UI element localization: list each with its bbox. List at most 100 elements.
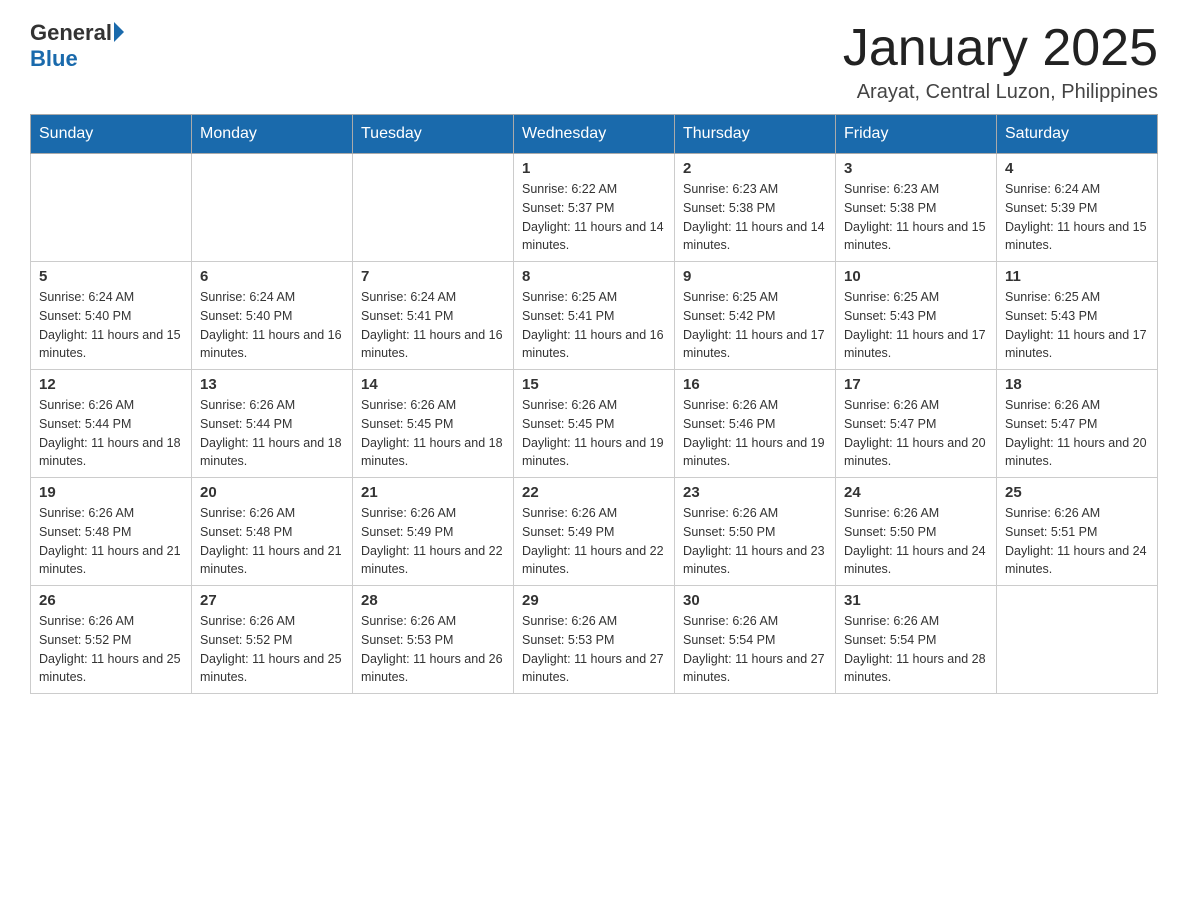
day-number: 25 [1005,484,1149,501]
day-number: 26 [39,592,183,609]
table-row: 28 Sunrise: 6:26 AMSunset: 5:53 PMDayligh… [353,586,514,694]
day-number: 16 [683,376,827,393]
day-info: Sunrise: 6:26 AMSunset: 5:48 PMDaylight:… [200,504,344,579]
table-row: 16 Sunrise: 6:26 AMSunset: 5:46 PMDayligh… [675,370,836,478]
calendar-week-1: 1 Sunrise: 6:22 AMSunset: 5:37 PMDaylight… [31,154,1158,262]
day-info: Sunrise: 6:25 AMSunset: 5:41 PMDaylight:… [522,288,666,363]
calendar-week-3: 12 Sunrise: 6:26 AMSunset: 5:44 PMDayligh… [31,370,1158,478]
day-info: Sunrise: 6:26 AMSunset: 5:48 PMDaylight:… [39,504,183,579]
table-row [192,154,353,262]
day-number: 4 [1005,160,1149,177]
table-row [997,586,1158,694]
day-info: Sunrise: 6:26 AMSunset: 5:52 PMDaylight:… [39,612,183,687]
table-row: 15Sunrise: 6:26 AMSunset: 5:45 PMDayligh… [514,370,675,478]
logo-blue-text: Blue [30,46,78,72]
day-number: 2 [683,160,827,177]
day-number: 12 [39,376,183,393]
day-info: Sunrise: 6:26 AMSunset: 5:45 PMDaylight:… [361,396,505,471]
col-friday: Friday [836,115,997,154]
day-number: 27 [200,592,344,609]
col-thursday: Thursday [675,115,836,154]
table-row: 31Sunrise: 6:26 AMSunset: 5:54 PMDayligh… [836,586,997,694]
table-row: 9 Sunrise: 6:25 AMSunset: 5:42 PMDaylight… [675,262,836,370]
table-row: 5Sunrise: 6:24 AMSunset: 5:40 PMDaylight… [31,262,192,370]
day-number: 19 [39,484,183,501]
day-info: Sunrise: 6:26 AMSunset: 5:54 PMDaylight:… [683,612,827,687]
table-row [353,154,514,262]
day-info: Sunrise: 6:25 AMSunset: 5:43 PMDaylight:… [844,288,988,363]
table-row: 10Sunrise: 6:25 AMSunset: 5:43 PMDayligh… [836,262,997,370]
day-info: Sunrise: 6:24 AMSunset: 5:41 PMDaylight:… [361,288,505,363]
table-row: 7Sunrise: 6:24 AMSunset: 5:41 PMDaylight… [353,262,514,370]
day-number: 21 [361,484,505,501]
table-row: 26 Sunrise: 6:26 AMSunset: 5:52 PMDayligh… [31,586,192,694]
day-number: 17 [844,376,988,393]
day-number: 11 [1005,268,1149,285]
table-row: 27 Sunrise: 6:26 AMSunset: 5:52 PMDayligh… [192,586,353,694]
table-row: 29Sunrise: 6:26 AMSunset: 5:53 PMDayligh… [514,586,675,694]
table-row: 6 Sunrise: 6:24 AMSunset: 5:40 PMDaylight… [192,262,353,370]
day-info: Sunrise: 6:26 AMSunset: 5:54 PMDaylight:… [844,612,988,687]
day-info: Sunrise: 6:24 AMSunset: 5:40 PMDaylight:… [200,288,344,363]
calendar-week-4: 19 Sunrise: 6:26 AMSunset: 5:48 PMDayligh… [31,478,1158,586]
table-row: 23Sunrise: 6:26 AMSunset: 5:50 PMDayligh… [675,478,836,586]
table-row: 3 Sunrise: 6:23 AMSunset: 5:38 PMDaylight… [836,154,997,262]
table-row: 2 Sunrise: 6:23 AMSunset: 5:38 PMDaylight… [675,154,836,262]
day-number: 9 [683,268,827,285]
col-wednesday: Wednesday [514,115,675,154]
calendar-header-row: Sunday Monday Tuesday Wednesday Thursday… [31,115,1158,154]
day-number: 14 [361,376,505,393]
day-number: 1 [522,160,666,177]
calendar-table: Sunday Monday Tuesday Wednesday Thursday… [30,114,1158,694]
col-sunday: Sunday [31,115,192,154]
day-number: 30 [683,592,827,609]
day-info: Sunrise: 6:26 AMSunset: 5:47 PMDaylight:… [1005,396,1149,471]
day-number: 23 [683,484,827,501]
day-info: Sunrise: 6:26 AMSunset: 5:45 PMDaylight:… [522,396,666,471]
page-header: General Blue January 2025 Arayat, Centra… [30,20,1158,104]
day-info: Sunrise: 6:26 AMSunset: 5:49 PMDaylight:… [522,504,666,579]
table-row: 14 Sunrise: 6:26 AMSunset: 5:45 PMDayligh… [353,370,514,478]
title-section: January 2025 Arayat, Central Luzon, Phil… [843,20,1158,104]
day-number: 22 [522,484,666,501]
table-row: 19 Sunrise: 6:26 AMSunset: 5:48 PMDayligh… [31,478,192,586]
table-row: 1 Sunrise: 6:22 AMSunset: 5:37 PMDaylight… [514,154,675,262]
day-number: 29 [522,592,666,609]
table-row: 24Sunrise: 6:26 AMSunset: 5:50 PMDayligh… [836,478,997,586]
table-row: 12 Sunrise: 6:26 AMSunset: 5:44 PMDayligh… [31,370,192,478]
location-subtitle: Arayat, Central Luzon, Philippines [843,81,1158,104]
col-monday: Monday [192,115,353,154]
table-row: 22 Sunrise: 6:26 AMSunset: 5:49 PMDayligh… [514,478,675,586]
logo-triangle-icon [114,22,124,42]
table-row: 20Sunrise: 6:26 AMSunset: 5:48 PMDayligh… [192,478,353,586]
table-row: 17 Sunrise: 6:26 AMSunset: 5:47 PMDayligh… [836,370,997,478]
day-info: Sunrise: 6:26 AMSunset: 5:50 PMDaylight:… [844,504,988,579]
table-row [31,154,192,262]
day-number: 28 [361,592,505,609]
calendar-week-5: 26 Sunrise: 6:26 AMSunset: 5:52 PMDayligh… [31,586,1158,694]
day-info: Sunrise: 6:22 AMSunset: 5:37 PMDaylight:… [522,180,666,255]
day-info: Sunrise: 6:23 AMSunset: 5:38 PMDaylight:… [844,180,988,255]
table-row: 13Sunrise: 6:26 AMSunset: 5:44 PMDayligh… [192,370,353,478]
col-saturday: Saturday [997,115,1158,154]
table-row: 30 Sunrise: 6:26 AMSunset: 5:54 PMDayligh… [675,586,836,694]
day-number: 5 [39,268,183,285]
day-info: Sunrise: 6:23 AMSunset: 5:38 PMDaylight:… [683,180,827,255]
day-number: 18 [1005,376,1149,393]
day-number: 13 [200,376,344,393]
day-info: Sunrise: 6:25 AMSunset: 5:43 PMDaylight:… [1005,288,1149,363]
day-info: Sunrise: 6:26 AMSunset: 5:47 PMDaylight:… [844,396,988,471]
day-info: Sunrise: 6:26 AMSunset: 5:52 PMDaylight:… [200,612,344,687]
day-info: Sunrise: 6:25 AMSunset: 5:42 PMDaylight:… [683,288,827,363]
table-row: 8Sunrise: 6:25 AMSunset: 5:41 PMDaylight… [514,262,675,370]
day-info: Sunrise: 6:26 AMSunset: 5:49 PMDaylight:… [361,504,505,579]
table-row: 18 Sunrise: 6:26 AMSunset: 5:47 PMDayligh… [997,370,1158,478]
day-info: Sunrise: 6:26 AMSunset: 5:53 PMDaylight:… [361,612,505,687]
day-info: Sunrise: 6:26 AMSunset: 5:44 PMDaylight:… [39,396,183,471]
day-info: Sunrise: 6:26 AMSunset: 5:46 PMDaylight:… [683,396,827,471]
col-tuesday: Tuesday [353,115,514,154]
day-number: 3 [844,160,988,177]
day-number: 6 [200,268,344,285]
month-title: January 2025 [843,20,1158,77]
logo: General Blue [30,20,124,72]
